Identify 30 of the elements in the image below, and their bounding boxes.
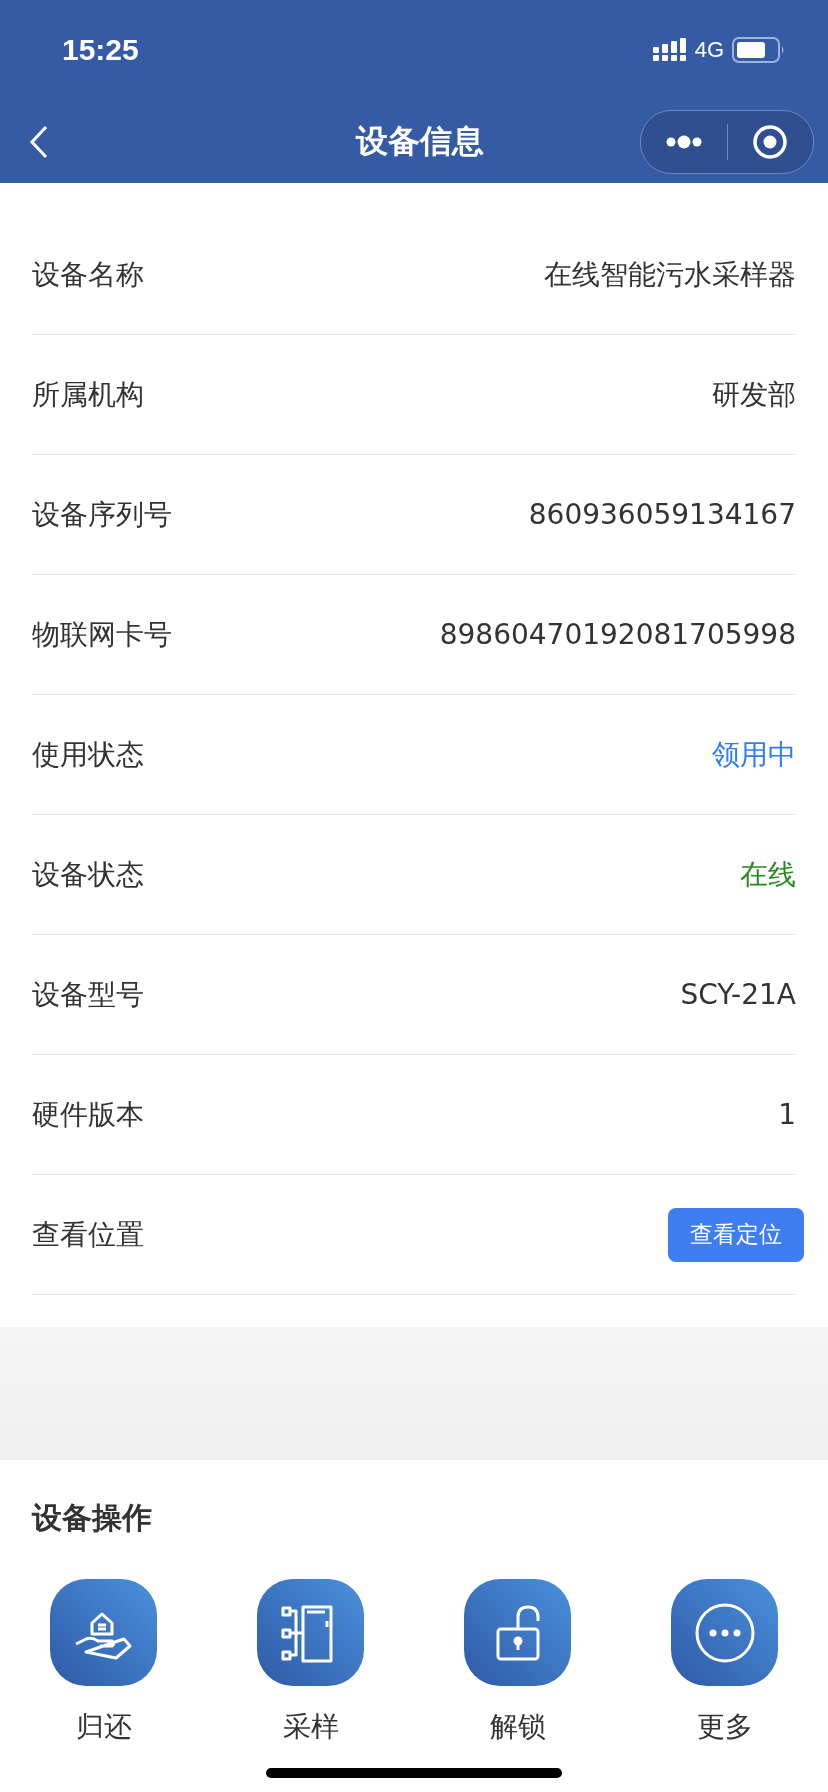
field-value: 领用中 (712, 736, 796, 773)
field-label: 查看位置 (32, 1216, 144, 1253)
action-button[interactable]: 归还 (0, 1579, 207, 1746)
field-value: 89860470192081705998 (439, 618, 796, 651)
field-label: 设备名称 (32, 256, 144, 293)
field-value: SCY-21A (680, 978, 796, 1011)
action-button[interactable]: 解锁 (414, 1579, 621, 1746)
page-title: 设备信息 (356, 120, 484, 162)
view-location-button[interactable]: 查看定位 (668, 1207, 804, 1262)
field-label: 设备序列号 (32, 496, 172, 533)
action-button[interactable]: 更多 (621, 1579, 828, 1746)
section-title: 设备操作 (32, 1499, 153, 1537)
field-value: 在线 (740, 856, 796, 893)
field-value: 研发部 (712, 376, 796, 413)
network-type: 4G (694, 37, 724, 63)
record-icon (752, 123, 789, 160)
field-label: 物联网卡号 (32, 616, 172, 653)
field-value: 860936059134167 (528, 498, 796, 531)
battery-icon (732, 37, 786, 63)
signal-icon (652, 38, 687, 62)
field-label: 使用状态 (32, 736, 144, 773)
field-value: 1 (778, 1098, 796, 1131)
field-label: 所属机构 (32, 376, 144, 413)
field-value: 在线智能污水采样器 (544, 256, 796, 293)
field-label: 硬件版本 (32, 1096, 144, 1133)
field-label: 设备型号 (32, 976, 144, 1013)
status-time: 15:25 (62, 33, 139, 67)
field-label: 设备状态 (32, 856, 144, 893)
action-button[interactable]: 采样 (207, 1579, 414, 1746)
back-icon (28, 123, 50, 160)
